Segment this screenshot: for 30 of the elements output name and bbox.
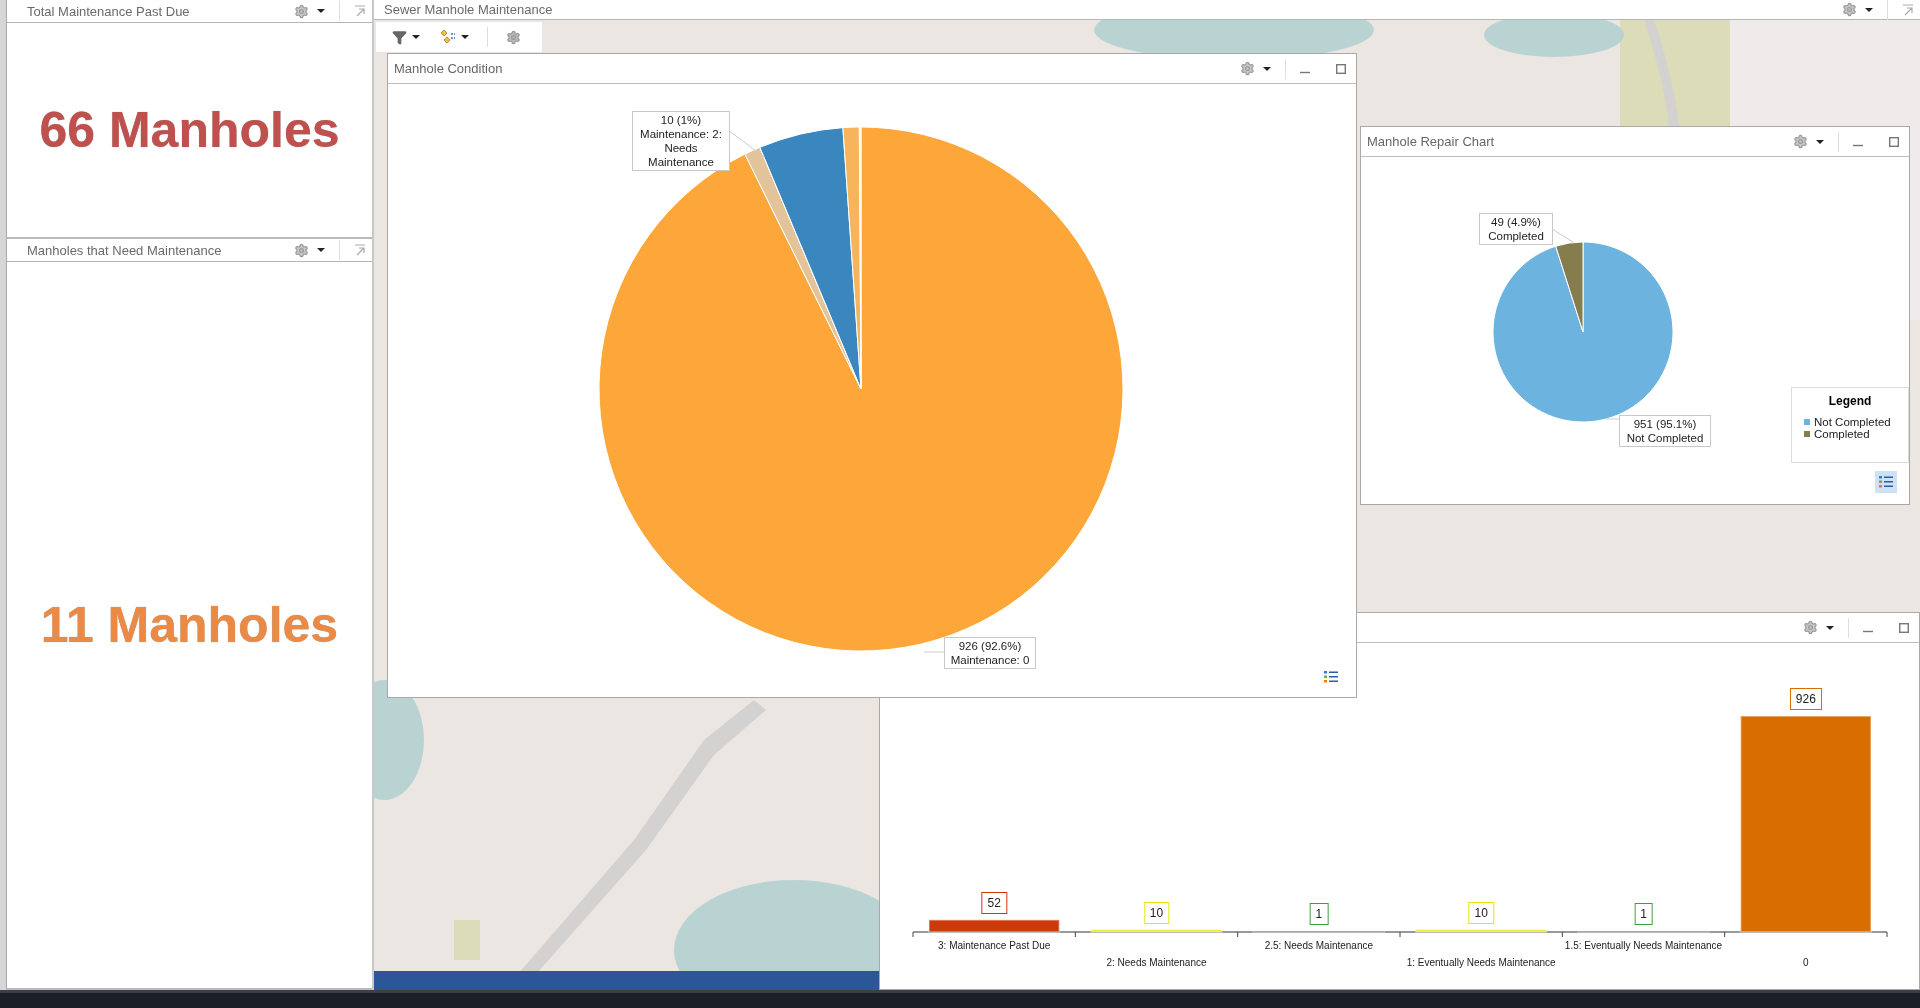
value-label: 49 (4.9%) — [1490, 215, 1542, 229]
value-label: 951 (95.1%) — [1632, 417, 1698, 431]
category-label: Not Completed — [1625, 431, 1705, 445]
window-title: Manhole Condition — [394, 61, 504, 76]
panel-title: Manholes that Need Maintenance — [27, 242, 223, 258]
value-label: 52 — [981, 891, 1007, 914]
axis-label: 1.5: Eventually Needs Maintenance — [1564, 940, 1723, 951]
legend-label: Not Completed — [1814, 416, 1891, 428]
value-label: 1 — [1309, 903, 1329, 925]
value-label: 926 (92.6%) — [957, 639, 1023, 653]
value-label: 1 — [1634, 903, 1653, 925]
axis-label: 2: Needs Maintenance — [1106, 957, 1207, 968]
axis-label: 3: Maintenance Past Due — [938, 940, 1051, 951]
metric-value: 11 Manholes — [40, 596, 339, 654]
axis-label: 0 — [1803, 957, 1809, 968]
category-label: Maintenance: 2: Needs Maintenance — [639, 127, 723, 169]
category-label: Completed — [1487, 229, 1545, 243]
panel-title: Sewer Manhole Maintenance — [384, 2, 554, 17]
window-title: Manhole Repair Chart — [1367, 134, 1496, 149]
value-label: 10 (1%) — [659, 113, 703, 127]
axis-label: 1: Eventually Needs Maintenance — [1406, 957, 1556, 968]
category-label: Maintenance: 0 — [949, 653, 1031, 667]
metric-value: 66 Manholes — [39, 101, 340, 159]
value-label: 10 — [1143, 901, 1170, 924]
value-label: 10 — [1468, 901, 1494, 924]
legend-title: Legend — [1828, 394, 1872, 408]
axis-label: 2.5: Needs Maintenance — [1264, 940, 1374, 951]
value-label: 926 — [1789, 688, 1822, 710]
legend-label: Completed — [1814, 428, 1870, 440]
panel-title: Total Maintenance Past Due — [27, 3, 191, 19]
